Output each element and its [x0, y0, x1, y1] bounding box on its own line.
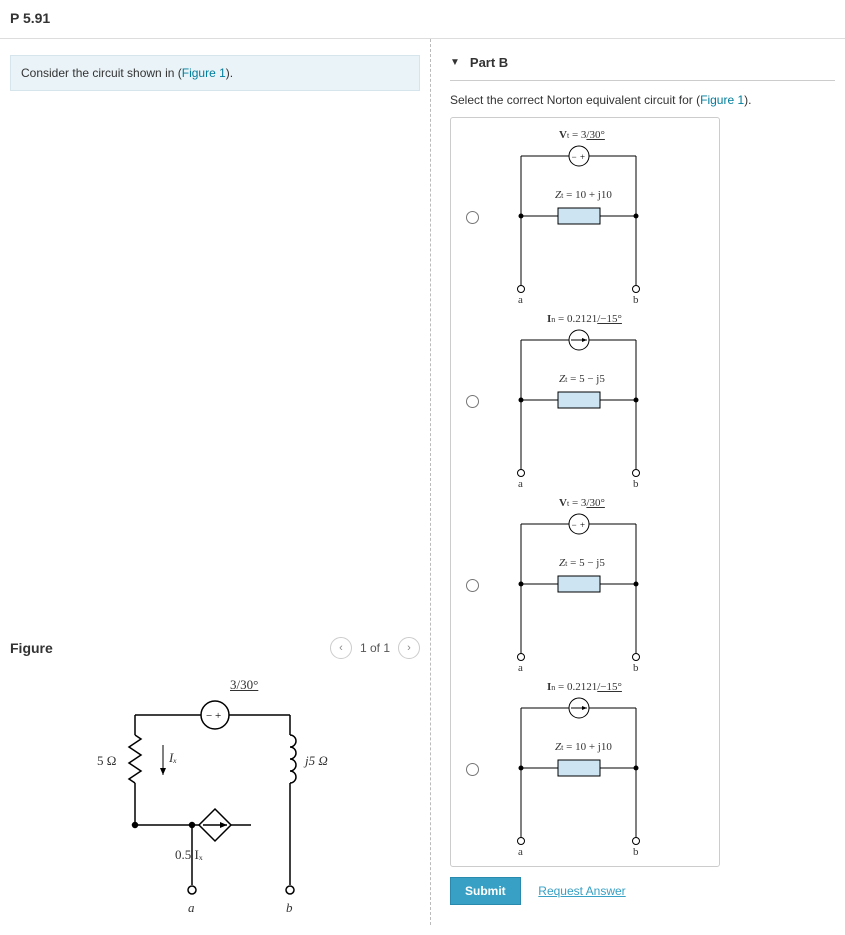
instruction-figure-link[interactable]: Figure 1	[700, 93, 744, 107]
main-circuit-figure: − +	[75, 675, 355, 925]
column-divider	[430, 39, 431, 925]
option-1[interactable]: − + Vt = 3/30° Zt = 1	[451, 124, 719, 308]
part-header[interactable]: ▼ Part B	[450, 49, 835, 81]
instruction-suffix: ).	[744, 93, 751, 107]
ix-label: Iₓ	[169, 750, 177, 766]
resistor-label: 5 Ω	[97, 753, 116, 769]
figure-block: Figure ‹ 1 of 1 › − +	[10, 631, 420, 925]
source-label: 3/30°	[230, 677, 258, 693]
prompt-text-suffix: ).	[226, 66, 233, 80]
option-3-radio[interactable]	[466, 579, 479, 592]
option-2[interactable]: In = 0.2121/−15° Zt = 5 − j5 a b	[451, 308, 719, 492]
pager-next-button[interactable]: ›	[398, 637, 420, 659]
prompt-text-prefix: Consider the circuit shown in (	[21, 66, 182, 80]
dep-source-label: 0.5 Iₓ	[175, 847, 203, 863]
option-3[interactable]: − + Vt = 3/30° Zt = 5	[451, 492, 719, 676]
problem-number: P 5.91	[0, 0, 845, 39]
option-2-circuit: In = 0.2121/−15° Zt = 5 − j5 a b	[491, 310, 666, 490]
svg-text:− +: − +	[206, 710, 221, 722]
pager-prev-button[interactable]: ‹	[330, 637, 352, 659]
svg-text:− +: − +	[571, 520, 585, 530]
part-title: Part B	[470, 55, 508, 70]
option-1-circuit: − + Vt = 3/30° Zt = 1	[491, 126, 666, 306]
option-4[interactable]: In = 0.2121/−15° Zt = 10 + j10 a b	[451, 676, 719, 860]
option-3-circuit: − + Vt = 3/30° Zt = 5	[491, 494, 666, 674]
instruction-prefix: Select the correct Norton equivalent cir…	[450, 93, 700, 107]
instruction-text: Select the correct Norton equivalent cir…	[450, 93, 835, 107]
figure-title: Figure	[10, 640, 53, 656]
option-1-radio[interactable]	[466, 211, 479, 224]
svg-text:− +: − +	[571, 152, 585, 162]
pager-text: 1 of 1	[360, 641, 390, 655]
request-answer-link[interactable]: Request Answer	[538, 884, 625, 898]
terminal-a-label: a	[188, 900, 195, 916]
caret-down-icon: ▼	[450, 57, 460, 68]
figure-pager: ‹ 1 of 1 ›	[330, 637, 420, 659]
inductor-label: j5 Ω	[305, 753, 328, 769]
option-4-radio[interactable]	[466, 763, 479, 776]
figure-link[interactable]: Figure 1	[182, 66, 226, 80]
submit-button[interactable]: Submit	[450, 877, 521, 905]
options-box: − + Vt = 3/30° Zt = 1	[450, 117, 720, 867]
prompt-box: Consider the circuit shown in (Figure 1)…	[10, 55, 420, 91]
option-2-radio[interactable]	[466, 395, 479, 408]
option-4-circuit: In = 0.2121/−15° Zt = 10 + j10 a b	[491, 678, 666, 858]
terminal-b-label: b	[286, 900, 293, 916]
